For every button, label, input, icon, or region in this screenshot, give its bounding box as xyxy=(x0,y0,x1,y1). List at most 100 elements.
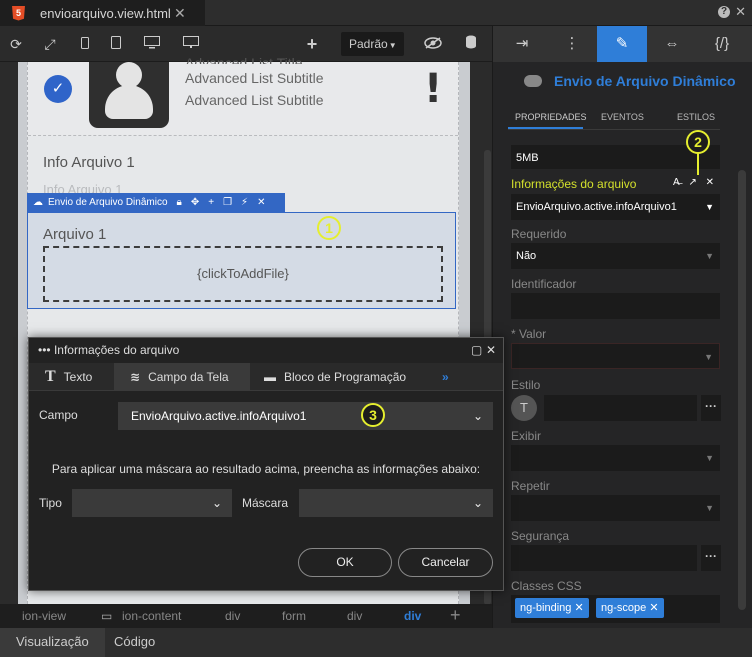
plus-icon[interactable]: + xyxy=(303,35,321,53)
external-link-icon[interactable]: ↗ xyxy=(688,177,696,188)
chevron-down-icon: ▼ xyxy=(705,202,714,212)
chevron-down-icon: ▼ xyxy=(705,453,714,463)
pencil-icon[interactable]: ✎ xyxy=(597,26,647,62)
css-class-tag[interactable]: ng-binding ✕ xyxy=(515,598,589,618)
dialog-title-text: Informações do arquivo xyxy=(53,343,180,357)
list-item-title: Advanced List Title xyxy=(185,55,303,64)
desktop-icon[interactable] xyxy=(143,35,161,53)
phone-icon[interactable] xyxy=(76,35,94,53)
campo-value: EnvioArquivo.active.infoArquivo1 xyxy=(131,409,307,423)
file-drop-zone[interactable]: {clickToAddFile} xyxy=(43,246,443,302)
tab-estilos[interactable]: ESTILOS xyxy=(677,112,715,122)
requerido-select[interactable]: Não ▼ xyxy=(511,243,720,269)
tab-propriedades[interactable]: PROPRIEDADES xyxy=(515,112,587,122)
css-class-tag[interactable]: ng-scope ✕ xyxy=(596,598,664,618)
editor-tab-bar: 5 envioarquivo.view.html ✕ ? ✕ xyxy=(0,0,752,26)
identificador-label: Identificador xyxy=(511,277,577,291)
avatar xyxy=(89,62,169,128)
more-tabs-icon[interactable]: » xyxy=(442,370,449,384)
mascara-select[interactable]: ⌄ xyxy=(299,489,493,517)
info-arquivo-prop-label: Informações do arquivo xyxy=(511,177,637,191)
seguranca-more-button[interactable]: ··· xyxy=(701,545,721,571)
refresh-icon[interactable]: ⟳ xyxy=(7,35,25,53)
file-tab[interactable]: 5 envioarquivo.view.html ✕ xyxy=(0,0,205,26)
plus-icon[interactable]: + xyxy=(450,605,461,626)
panel-icon-bar: ⇥ ⋮ ✎ ⇔ {/} xyxy=(493,26,752,62)
info-arquivo-value: EnvioArquivo.active.infoArquivo1 xyxy=(516,201,677,213)
tab-bloco-label: Bloco de Programação xyxy=(284,370,407,384)
translate-icon[interactable]: A̶ xyxy=(673,177,680,188)
magic-wand-icon[interactable]: ⚡︎ xyxy=(241,197,248,208)
estilo-preview[interactable]: T xyxy=(511,395,537,421)
campo-select[interactable]: EnvioArquivo.active.infoArquivo1 ⌄ xyxy=(118,402,493,430)
move-icon[interactable]: ✥ xyxy=(191,197,199,208)
repetir-select[interactable]: ▼ xyxy=(511,495,720,521)
drop-zone-text: {clickToAddFile} xyxy=(197,266,289,281)
chevron-down-icon: ▼ xyxy=(388,41,397,50)
identificador-input[interactable] xyxy=(511,293,720,319)
database-icon: ≋ xyxy=(130,370,141,384)
tab-divider xyxy=(508,129,720,130)
ok-button[interactable]: OK xyxy=(298,548,392,577)
repetir-label: Repetir xyxy=(511,479,550,493)
tab-eventos[interactable]: EVENTOS xyxy=(601,112,644,122)
component-toolbar-label: Envio de Arquivo Dinâmico xyxy=(48,197,168,208)
list-item-subtitle: Advanced List Subtitle xyxy=(185,92,324,108)
theme-select[interactable]: Padrão▼ xyxy=(341,32,404,56)
seguranca-label: Segurança xyxy=(511,529,570,543)
breadcrumb-item[interactable]: div xyxy=(347,609,362,623)
clear-icon[interactable]: ✕ xyxy=(706,177,714,188)
breadcrumb-item[interactable]: div xyxy=(225,609,240,623)
drag-handle-icon[interactable]: ••• xyxy=(38,343,51,357)
info-arquivo-label[interactable]: Info Arquivo 1 xyxy=(43,154,135,171)
breadcrumb-item-active[interactable]: div xyxy=(404,609,421,623)
tab-campo-da-tela[interactable]: ≋ Campo da Tela xyxy=(114,363,250,391)
database-icon[interactable] xyxy=(462,35,480,53)
cloud-upload-icon: ☁ xyxy=(33,197,43,208)
maximize-icon[interactable]: ▢ xyxy=(471,343,482,357)
eye-slash-icon[interactable] xyxy=(424,35,442,53)
chevron-down-icon: ⌄ xyxy=(472,409,483,423)
mascara-label: Máscara xyxy=(242,496,289,510)
breadcrumb-item[interactable]: ion-view xyxy=(22,609,66,623)
seguranca-input[interactable] xyxy=(511,545,697,571)
tab-texto-label: Texto xyxy=(63,370,93,384)
chevron-down-icon: ▼ xyxy=(705,503,714,513)
valor-select[interactable]: ▼ xyxy=(511,343,720,369)
tab-texto[interactable]: T Texto xyxy=(35,363,111,391)
sitemap-icon[interactable]: ⋮ xyxy=(547,26,597,62)
delete-icon[interactable]: ✕ xyxy=(257,197,265,208)
check-icon: ✓ xyxy=(44,75,72,103)
close-window-icon[interactable]: ✕ xyxy=(735,4,746,20)
code-icon[interactable]: {/} xyxy=(697,26,747,62)
panel-scrollbar[interactable] xyxy=(738,170,746,610)
html5-icon: 5 xyxy=(12,5,25,21)
close-icon[interactable]: ✕ xyxy=(486,343,496,357)
arrows-icon[interactable]: ⇔ xyxy=(647,26,697,62)
tablet-icon[interactable] xyxy=(107,35,125,53)
info-arquivo-select[interactable]: EnvioArquivo.active.infoArquivo1 ▼ xyxy=(511,194,720,220)
bottom-tabs: Visualização Código xyxy=(0,628,752,657)
remove-tag-icon[interactable]: ✕ xyxy=(649,602,658,614)
breadcrumb-item[interactable]: ion-content xyxy=(122,609,181,623)
help-icon[interactable]: ? xyxy=(718,6,730,18)
tipo-select[interactable]: ⌄ xyxy=(72,489,232,517)
expand-icon[interactable]: ⤢ xyxy=(41,35,59,53)
tab-visualizacao[interactable]: Visualização xyxy=(0,628,105,657)
panel-title: Envio de Arquivo Dinâmico xyxy=(554,73,736,89)
tab-codigo[interactable]: Código xyxy=(98,628,171,657)
monitor-icon: ▭ xyxy=(101,609,113,623)
close-tab-icon[interactable]: ✕ xyxy=(174,5,186,22)
remove-tag-icon[interactable]: ✕ xyxy=(574,602,583,614)
cancel-button[interactable]: Cancelar xyxy=(398,548,493,577)
estilo-more-button[interactable]: ··· xyxy=(701,395,721,421)
login-icon[interactable]: ⇥ xyxy=(497,26,547,62)
file-tab-label: envioarquivo.view.html xyxy=(40,5,171,21)
add-icon[interactable]: + xyxy=(208,197,214,208)
estilo-input[interactable] xyxy=(544,395,697,421)
breadcrumb-item[interactable]: form xyxy=(282,609,306,623)
copy-icon[interactable]: ❐ xyxy=(223,197,232,208)
exibir-select[interactable]: ▼ xyxy=(511,445,720,471)
lock-icon[interactable]: 🔒︎ xyxy=(177,197,182,208)
tab-bloco-programacao[interactable]: ▬ Bloco de Programação xyxy=(254,363,426,391)
